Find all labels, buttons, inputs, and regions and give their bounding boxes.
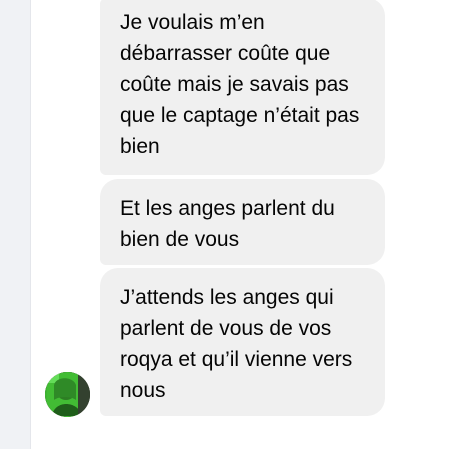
sender-avatar[interactable] [45, 372, 90, 417]
message-bubble[interactable]: Et les anges parlent du bien de vous [100, 179, 385, 265]
message-bubble[interactable]: J’attends les anges qui parlent de vous … [100, 268, 385, 416]
user-avatar-icon [45, 372, 90, 417]
message-thread: Je voulais m’en débarrasser coûte que co… [31, 0, 468, 449]
left-sidebar [0, 0, 31, 449]
message-bubble[interactable]: Je voulais m’en débarrasser coûte que co… [100, 0, 385, 175]
